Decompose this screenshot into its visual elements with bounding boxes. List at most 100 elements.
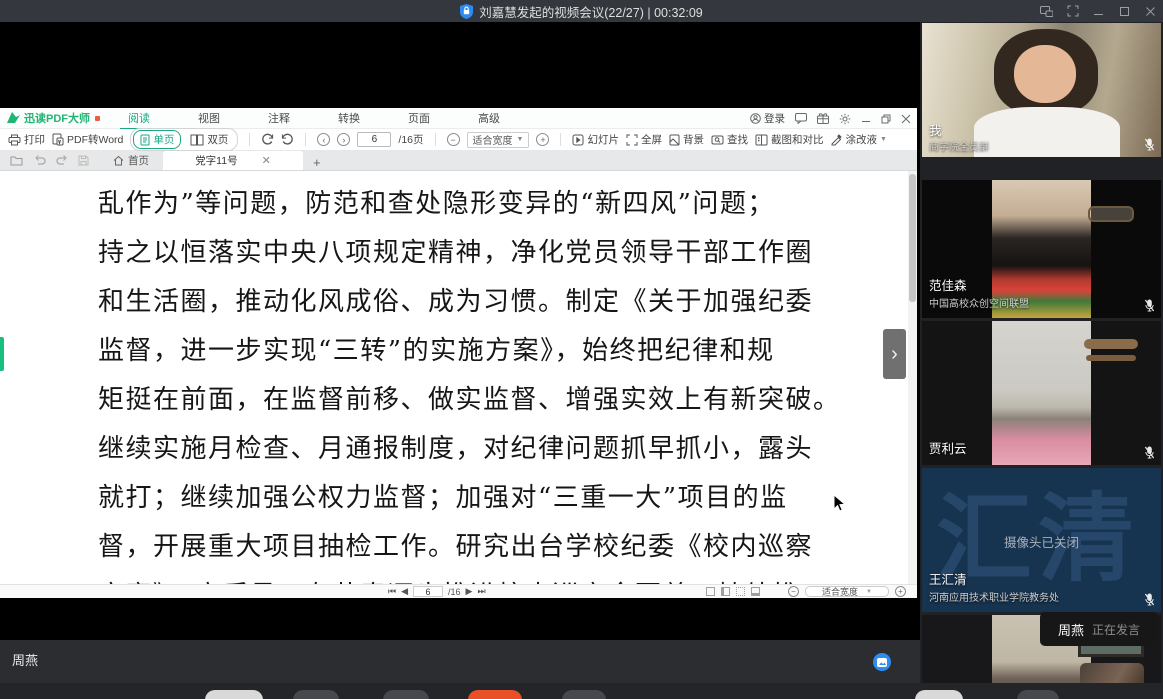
- toolbar-pill-button[interactable]: [293, 690, 339, 699]
- speaking-status: 正在发言: [1092, 621, 1140, 638]
- settings-gear-icon[interactable]: [839, 113, 851, 125]
- pip-mode-icon[interactable]: [1040, 5, 1053, 18]
- statusbar-zoom-dropdown[interactable]: 适合宽度▼: [805, 586, 889, 597]
- participant-tile-camera-off[interactable]: 汇清 摄像头已关闭 王汇清 河南应用技术职业学院教务处: [922, 468, 1161, 612]
- menu-tab-read[interactable]: 阅读: [126, 107, 152, 129]
- meeting-title: 刘嘉慧发起的视频会议(22/27) | 00:32:09: [479, 2, 702, 21]
- pdf-toolbar: 打印 PDF转Word 单页 双页: [0, 129, 917, 151]
- screenshot-compare-button[interactable]: 截图和对比: [755, 132, 824, 147]
- menu-tab-advanced[interactable]: 高级: [476, 107, 502, 129]
- next-page-button[interactable]: ›: [337, 133, 350, 146]
- next-page-icon[interactable]: ▶: [466, 586, 473, 597]
- page-number-input[interactable]: 6: [357, 132, 391, 147]
- app-minimize-icon[interactable]: [861, 114, 871, 124]
- gift-icon[interactable]: [817, 113, 829, 124]
- app-close-icon[interactable]: [901, 114, 911, 124]
- mic-muted-icon: [1144, 593, 1155, 606]
- speaking-toast: 周燕 正在发言: [1040, 612, 1158, 646]
- last-page-icon[interactable]: ⏭: [477, 586, 485, 597]
- zoom-out-button[interactable]: −: [447, 133, 460, 146]
- toolbar-pill-button[interactable]: [205, 690, 263, 699]
- toolbar-pill-button-record[interactable]: [468, 690, 522, 699]
- statusbar-zoom-in[interactable]: +: [895, 586, 906, 597]
- toolbar-pill-button[interactable]: [1017, 690, 1059, 699]
- pdf-to-word-button[interactable]: PDF转Word: [52, 132, 123, 147]
- single-page-button[interactable]: 单页: [133, 130, 181, 149]
- first-page-icon[interactable]: ⏮: [388, 586, 396, 597]
- participant-name: 贾利云: [929, 438, 967, 457]
- view-single-icon[interactable]: [706, 587, 715, 596]
- pdf-menu-bar: 迅读PDF大师 阅读 视图 注释 转换 页面 高级 登录: [0, 108, 917, 129]
- doc-line: 和生活圈，推动化风成俗、成为习惯。制定《关于加强纪委: [98, 278, 841, 327]
- home-tab[interactable]: 首页: [99, 150, 163, 170]
- participant-name: 我: [929, 120, 942, 139]
- maximize-icon[interactable]: [1118, 5, 1131, 18]
- pdf-app-name: 迅读PDF大师: [24, 110, 90, 126]
- double-page-button[interactable]: 双页: [183, 130, 235, 149]
- participant-subtitle: 商学院全员群: [929, 138, 989, 153]
- menu-tab-convert[interactable]: 转换: [336, 107, 362, 129]
- background-button[interactable]: 背景: [669, 132, 704, 147]
- fullscreen-button[interactable]: 全屏: [626, 132, 662, 147]
- correction-fluid-button[interactable]: 涂改液 ▼: [830, 132, 886, 147]
- find-button[interactable]: 查找: [711, 132, 748, 147]
- page-layout-group: 单页 双页: [130, 128, 238, 151]
- participants-panel: 我 商学院全员群 范佳森 中国高校众创空间联盟 贾利云 汇清 摄像头已关闭 王汇…: [920, 22, 1163, 699]
- presenter-strip: 周燕: [0, 640, 920, 683]
- print-button[interactable]: 打印: [8, 132, 45, 147]
- page-total-label: /16页: [398, 132, 423, 147]
- doc-line: 方案》，高质量、有节奏逐步推进校内巡察全覆盖，持续推: [98, 572, 841, 584]
- zoom-mode-dropdown[interactable]: 适合宽度▼: [467, 132, 530, 148]
- view-book-icon[interactable]: [736, 587, 745, 596]
- app-menu-dot-icon[interactable]: [95, 116, 100, 121]
- pdf-document-page[interactable]: 乱作为”等问题，防范和查处隐形变异的“新四风”问题； 持之以恒落实中央八项规定精…: [0, 171, 917, 584]
- fullscreen-icon[interactable]: [1066, 5, 1079, 18]
- close-window-icon[interactable]: [1144, 5, 1157, 18]
- close-tab-icon[interactable]: ✕: [262, 154, 271, 167]
- view-scroll-icon[interactable]: [751, 587, 760, 596]
- toolbar-pill-button[interactable]: [562, 690, 606, 699]
- prev-page-button[interactable]: ‹: [317, 133, 330, 146]
- toolbar-pill-button[interactable]: [383, 690, 429, 699]
- doc-line: 监督，进一步实现“三转”的实施方案》，始终把纪律和规: [98, 327, 841, 376]
- meeting-bottom-toolbar: [0, 683, 1163, 699]
- document-tab[interactable]: 党字11号 ✕: [163, 151, 303, 170]
- scrollbar-thumb[interactable]: [909, 174, 916, 302]
- prev-page-icon[interactable]: ◀: [401, 586, 408, 597]
- app-restore-icon[interactable]: [881, 114, 891, 124]
- sidebar-handle[interactable]: [0, 337, 4, 371]
- menu-tab-view[interactable]: 视图: [196, 107, 222, 129]
- zoom-in-button[interactable]: +: [536, 133, 549, 146]
- statusbar-page-total: /16: [448, 587, 461, 597]
- login-button[interactable]: 登录: [750, 111, 785, 126]
- redo-icon[interactable]: [56, 155, 68, 165]
- rotate-right-icon[interactable]: [281, 133, 294, 146]
- statusbar-page-input[interactable]: 6: [413, 586, 443, 597]
- mouse-cursor: [833, 494, 846, 513]
- save-icon[interactable]: [78, 155, 89, 166]
- participant-tile[interactable]: 范佳森 中国高校众创空间联盟: [922, 180, 1161, 318]
- open-file-icon[interactable]: [10, 155, 24, 166]
- doc-line: 乱作为”等问题，防范和查处隐形变异的“新四风”问题；: [98, 180, 841, 229]
- participant-tile[interactable]: 贾利云: [922, 321, 1161, 465]
- new-tab-icon[interactable]: +: [313, 155, 321, 170]
- presenter-name-label: 周燕: [12, 650, 38, 669]
- lock-shield-icon: [460, 4, 473, 19]
- speaking-name: 周燕: [1058, 620, 1084, 639]
- minimize-icon[interactable]: [1092, 5, 1105, 18]
- rotate-left-icon[interactable]: [261, 133, 274, 146]
- participant-tile-self[interactable]: 我 商学院全员群: [922, 23, 1161, 157]
- vertical-scrollbar[interactable]: [908, 171, 917, 584]
- toolbar-pill-button[interactable]: [915, 690, 963, 699]
- mic-muted-icon: [1144, 299, 1155, 312]
- undo-icon[interactable]: [34, 155, 46, 165]
- pdf-app-logo-icon: [7, 112, 20, 124]
- next-page-chevron-overlay[interactable]: ›: [883, 329, 906, 379]
- menu-tab-annotate[interactable]: 注释: [266, 107, 292, 129]
- statusbar-zoom-out[interactable]: −: [788, 586, 799, 597]
- menu-tab-page[interactable]: 页面: [406, 107, 432, 129]
- screenshot-chat-icon[interactable]: [873, 653, 891, 671]
- view-facing-icon[interactable]: [721, 587, 730, 596]
- feedback-icon[interactable]: [795, 113, 807, 124]
- slideshow-button[interactable]: 幻灯片: [572, 132, 619, 147]
